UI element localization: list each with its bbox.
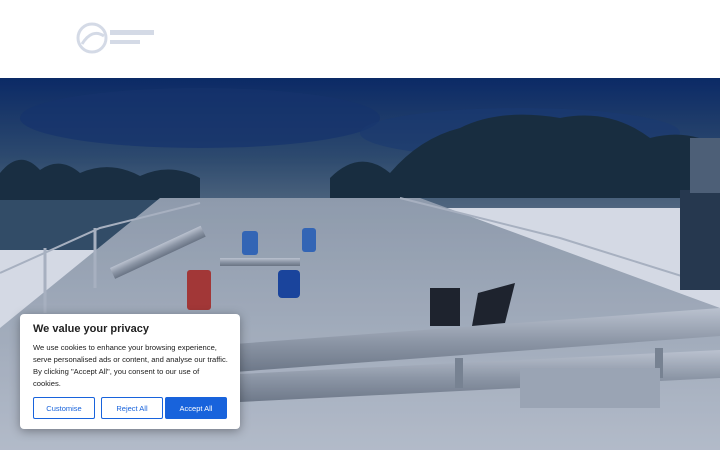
reject-all-button[interactable]: Reject All (101, 397, 163, 419)
cookie-consent-banner: We value your privacy We use cookies to … (20, 314, 240, 429)
accept-all-button[interactable]: Accept All (165, 397, 227, 419)
customise-button[interactable]: Customise (33, 397, 95, 419)
site-header (0, 0, 720, 79)
cookie-description: We use cookies to enhance your browsing … (33, 343, 228, 388)
company-logo-icon[interactable] (72, 14, 162, 62)
cookie-title: We value your privacy (33, 323, 149, 335)
